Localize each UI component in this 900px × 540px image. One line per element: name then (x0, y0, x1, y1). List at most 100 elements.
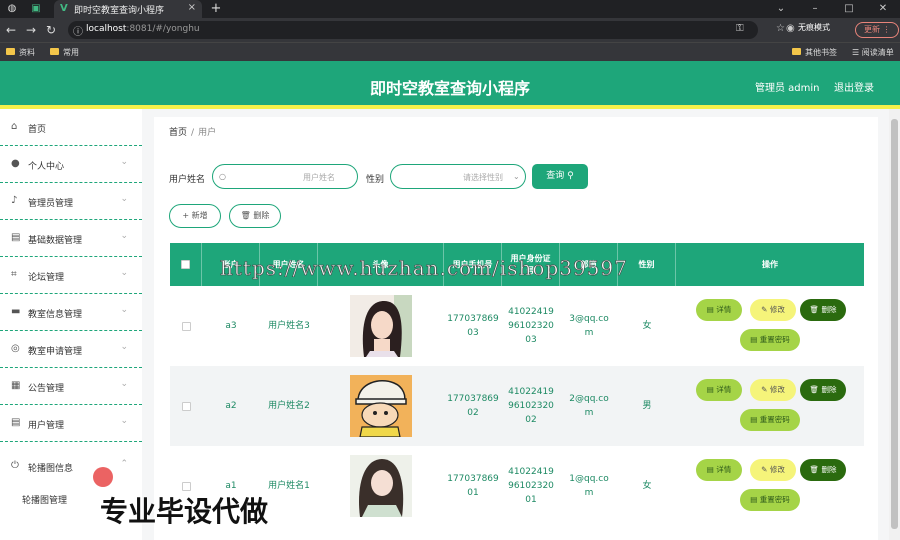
reset-password-button[interactable]: ▤ 重置密码 (740, 329, 800, 351)
delete-label: 删除 (253, 211, 270, 220)
bookmark-folder-2[interactable]: 常用 (50, 47, 79, 58)
sidebar-item-forum[interactable]: ⌗ 论坛管理 ⌄ (0, 257, 142, 294)
sidebar: ⌂ 首页 ● 个人中心 ⌄ ♪ 管理员管理 ⌄ ▤ 基础数据管理 ⌄ ⌗ 论坛管… (0, 109, 142, 540)
browser-tab[interactable]: V 即时空教室查询小程序 × (54, 0, 202, 18)
minimize-icon[interactable]: – (798, 0, 832, 18)
avatar-girl-2 (350, 455, 412, 517)
scrollbar-thumb[interactable] (891, 119, 898, 529)
doc-icon: ▤ (750, 415, 760, 424)
chevron-down-icon: ⌄ (513, 172, 520, 181)
info-icon[interactable]: ⓘ (73, 23, 83, 38)
chevron-down-icon: ⌄ (120, 342, 128, 352)
search-icon: ⚲ (567, 171, 574, 181)
new-tab-icon[interactable]: + (210, 2, 222, 15)
cell-email: 2@qq.com (569, 394, 609, 418)
chevron-down-icon: ⌄ (120, 268, 128, 278)
main-content: 首页 / 用户 用户姓名 ○ 用户姓名 性别 请选择性别 ⌄ 查询 ⚲ + 新增 🗑… (142, 109, 900, 540)
sidebar-item-application[interactable]: ◎ 教室申请管理 ⌄ (0, 331, 142, 368)
bookmark-folder-1[interactable]: 资料 (6, 47, 35, 58)
sidebar-item-classroom[interactable]: ▬ 教室信息管理 ⌄ (0, 294, 142, 331)
cell-idcard: 410224199610232001 (508, 467, 554, 505)
name-search-input[interactable]: ○ 用户姓名 (212, 164, 358, 189)
close-tab-icon[interactable]: × (188, 2, 196, 13)
reset-password-button[interactable]: ▤ 重置密码 (740, 409, 800, 431)
cell-avatar (318, 286, 444, 366)
cell-idcard: 410224199610232003 (508, 307, 554, 345)
url-text: localhost:8081/#/yonghu (86, 24, 200, 34)
key-icon[interactable]: ⚿ (736, 23, 744, 34)
bookmark-other[interactable]: 其他书签 (792, 47, 837, 58)
row-checkbox[interactable] (170, 366, 202, 446)
sidebar-item-admin[interactable]: ♪ 管理员管理 ⌄ (0, 183, 142, 220)
close-window-icon[interactable]: ✕ (866, 0, 900, 18)
reset-password-button[interactable]: ▤ 重置密码 (740, 489, 800, 511)
chat-icon: ▬ (11, 306, 21, 317)
globe-icon[interactable]: ◍ (6, 3, 18, 15)
cell-gender: 女 (642, 481, 652, 491)
doc-icon: ▤ (706, 305, 717, 314)
cell-email: 3@qq.com (569, 314, 609, 338)
address-bar: ← → ↻ ⓘ localhost:8081/#/yonghu ⚿ ☆ ◉ 无痕… (0, 18, 900, 42)
checkbox-icon (181, 260, 190, 269)
add-button[interactable]: + 新增 (169, 204, 221, 228)
cell-avatar (318, 446, 444, 526)
sidebar-item-carousel[interactable]: ⏻ 轮播图信息 ⌃ (0, 448, 142, 485)
update-button[interactable]: 更新 ⋮ (855, 22, 899, 38)
page-scrollbar[interactable] (889, 109, 900, 540)
sidebar-item-label: 轮播图信息 (28, 464, 74, 474)
col-actions: 操作 (762, 259, 778, 269)
app-header: 即时空教室查询小程序 管理员 admin 退出登录 (0, 61, 900, 109)
sidebar-item-basic-data[interactable]: ▤ 基础数据管理 ⌄ (0, 220, 142, 257)
sidebar-item-label: 基础数据管理 (28, 236, 83, 246)
select-all-checkbox[interactable] (170, 243, 202, 286)
cell-email: 1@qq.com (569, 474, 609, 498)
logout-button[interactable]: 退出登录 (834, 79, 874, 94)
mouse-cursor-highlight (93, 467, 113, 487)
gender-filter-label: 性别 (366, 175, 385, 185)
delete-button[interactable]: 🗑︎ 删除 (800, 379, 846, 401)
sidebar-item-home[interactable]: ⌂ 首页 (0, 109, 142, 146)
reading-list[interactable]: ☰ 阅读清单 (852, 47, 894, 58)
sidebar-item-label: 用户管理 (28, 421, 65, 431)
breadcrumb-separator: / (191, 128, 195, 138)
maximize-icon[interactable]: □ (832, 0, 866, 18)
delete-button[interactable]: 🗑︎ 删除 (800, 459, 846, 481)
detail-button[interactable]: ▤ 详情 (696, 379, 742, 401)
url-input[interactable]: ⓘ localhost:8081/#/yonghu ⚿ ☆ (68, 21, 785, 39)
chevron-down-icon: ⌄ (120, 157, 128, 167)
sidebar-item-personal[interactable]: ● 个人中心 ⌄ (0, 146, 142, 183)
tab-favicon-icon[interactable]: ▣ (30, 3, 42, 15)
chevron-down-icon: ⌄ (120, 305, 128, 315)
sidebar-item-label: 教室申请管理 (28, 347, 83, 357)
sidebar-item-users[interactable]: ▤ 用户管理 ⌄ (0, 405, 142, 442)
forward-icon[interactable]: → (26, 23, 36, 37)
query-button[interactable]: 查询 ⚲ (532, 164, 588, 189)
row-checkbox[interactable] (170, 286, 202, 366)
tab-title: 即时空教室查询小程序 (74, 6, 165, 16)
back-icon[interactable]: ← (6, 23, 16, 37)
sidebar-item-label: 管理员管理 (28, 199, 74, 209)
detail-button[interactable]: ▤ 详情 (696, 299, 742, 321)
sidebar-subitem-carousel[interactable]: 轮播图管理 (22, 493, 67, 506)
sidebar-item-label: 教室信息管理 (28, 310, 83, 320)
breadcrumb-home[interactable]: 首页 (169, 128, 187, 138)
cell-avatar (318, 366, 444, 446)
gender-select[interactable]: 请选择性别 ⌄ (390, 164, 526, 189)
edit-label: 修改 (769, 305, 785, 314)
chevron-down-icon[interactable]: ⌄ (764, 0, 798, 18)
detail-button[interactable]: ▤ 详情 (696, 459, 742, 481)
name-placeholder: 用户姓名 (303, 173, 335, 182)
edit-button[interactable]: ✎ 修改 (750, 299, 796, 321)
reload-icon[interactable]: ↻ (46, 23, 56, 37)
trash-icon: 🗑︎ (240, 211, 254, 220)
edit-button[interactable]: ✎ 修改 (750, 459, 796, 481)
edit-button[interactable]: ✎ 修改 (750, 379, 796, 401)
star-icon[interactable]: ☆ (776, 23, 785, 34)
bookmark-label: 资料 (19, 48, 35, 57)
add-label: 新增 (191, 211, 208, 220)
doc-icon: ▤ (750, 335, 760, 344)
batch-delete-button[interactable]: 🗑︎ 删除 (229, 204, 281, 228)
sidebar-item-notice[interactable]: ▦ 公告管理 ⌄ (0, 368, 142, 405)
delete-button[interactable]: 🗑︎ 删除 (800, 299, 846, 321)
detail-label: 详情 (716, 465, 732, 474)
